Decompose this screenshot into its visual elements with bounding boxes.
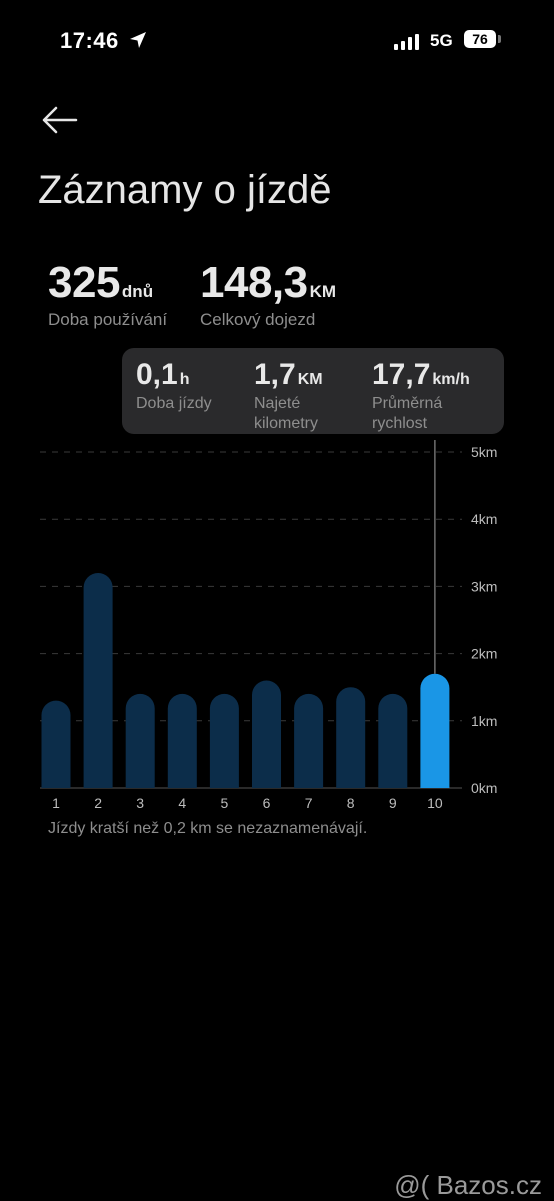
bar[interactable] [125,693,155,788]
tooltip-speed-value: 17,7 [372,358,431,391]
status-bar: 17:46 5G 76 [0,0,554,80]
tooltip-km-unit: KM [297,371,323,388]
distance-unit: KM [309,282,337,301]
y-tick-label: 2km [471,646,497,662]
bar[interactable] [41,700,71,788]
y-tick-label: 1km [471,713,497,729]
ride-tooltip: 0,1 h Doba jízdy 1,7 KM Najeté kilometry 1… [122,348,504,434]
battery-icon: 76 [464,30,496,48]
bar[interactable] [294,693,324,788]
x-tick-label: 5 [221,795,229,811]
tooltip-speed: 17,7 km/h Průměrná rychlost [372,358,470,434]
network-type: 5G [430,31,453,50]
x-tick-label: 6 [263,795,271,811]
x-tick-label: 2 [94,795,102,811]
y-tick-label: 3km [471,578,497,594]
bar[interactable] [378,693,408,788]
signal-icon [394,34,419,50]
tooltip-speed-unit: km/h [432,371,470,388]
distance-stat: 148,3 KM Celkový dojezd [200,258,336,330]
y-tick-label: 4km [471,511,497,527]
watermark: @( Bazos.cz [394,1170,542,1200]
tooltip-time-value: 0,1 [136,358,178,391]
chart-note: Jízdy kratší než 0,2 km se nezaznamenáva… [48,820,368,837]
distance-label: Celkový dojezd [200,310,316,329]
x-tick-label: 4 [178,795,186,811]
bar[interactable] [167,693,197,788]
x-tick-label: 9 [389,795,397,811]
tooltip-time-unit: h [179,371,190,388]
bar[interactable] [252,680,281,788]
usage-value: 325 [48,258,120,307]
bar-selected[interactable] [420,673,450,788]
y-tick-label: 0km [471,780,497,796]
usage-stat: 325 dnů Doba používání [48,258,167,330]
distance-value: 148,3 [200,258,308,307]
battery-tip [498,35,501,43]
x-tick-label: 10 [427,795,443,811]
tooltip-speed-label: Průměrná rychlost [372,395,443,432]
location-arrow-icon [130,32,146,48]
page-title: Záznamy o jízdě [38,168,332,212]
bar[interactable] [336,687,366,788]
status-time: 17:46 [60,28,119,53]
bar[interactable] [83,572,113,788]
ride-distance-chart: 0km 1km 2km 3km 4km 5km 1 2 3 4 5 6 7 8 9 10 [40,440,497,811]
usage-unit: dnů [121,282,154,301]
y-tick-label: 5km [471,444,497,460]
bar[interactable] [209,693,239,788]
x-tick-label: 8 [347,795,355,811]
x-tick-label: 3 [136,795,144,811]
tooltip-time-label: Doba jízdy [136,395,212,412]
tooltip-km-label: Najeté kilometry [254,395,319,432]
usage-label: Doba používání [48,310,168,329]
back-arrow-icon[interactable] [40,104,78,136]
tooltip-km: 1,7 KM Najeté kilometry [254,358,344,434]
x-tick-label: 1 [52,795,60,811]
x-tick-label: 7 [305,795,313,811]
tooltip-time: 0,1 h Doba jízdy [136,358,246,414]
tooltip-km-value: 1,7 [254,358,296,391]
